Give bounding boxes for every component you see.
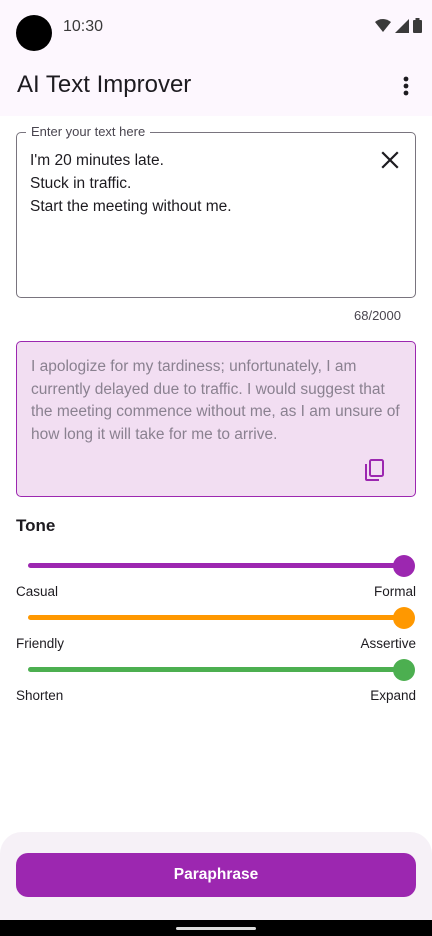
character-counter: 68/2000 [354,308,401,323]
status-icons [375,18,422,33]
clear-input-button[interactable] [379,149,401,171]
wifi-icon [375,18,391,32]
home-handle[interactable] [176,927,256,930]
status-bar: 10:30 [0,0,432,56]
slider-thumb[interactable] [393,555,415,577]
close-icon [381,151,399,169]
slider-min-label: Casual [16,584,59,599]
output-text: I apologize for my tardiness; unfortunat… [31,358,400,443]
slider-track[interactable] [28,563,404,568]
slider-thumb[interactable] [393,659,415,681]
paraphrase-button[interactable]: Paraphrase [16,853,416,897]
formality-slider[interactable]: Casual Formal [16,555,416,605]
system-nav-bar [0,920,432,936]
copy-icon [365,459,384,481]
tone-heading: Tone [16,516,56,535]
more-vert-icon [403,76,409,96]
app-bar: AI Text Improver [0,56,432,116]
camera-cutout [16,15,52,51]
slider-thumb[interactable] [393,607,415,629]
slider-max-label: Formal [373,584,416,599]
copy-button[interactable] [363,458,387,482]
input-text[interactable]: I'm 20 minutes late. Stuck in traffic. S… [30,149,370,218]
text-input-field[interactable]: Enter your text here I'm 20 minutes late… [16,124,416,298]
signal-icon [395,18,409,33]
battery-icon [413,18,422,33]
bottom-action-bar: Paraphrase [0,832,432,920]
input-label: Enter your text here [26,124,151,139]
slider-max-label: Expand [370,688,416,703]
slider-track[interactable] [28,615,404,620]
slider-min-label: Friendly [16,636,65,651]
more-options-button[interactable] [394,72,418,100]
slider-track[interactable] [28,667,404,672]
length-slider[interactable]: Shorten Expand [16,659,416,709]
slider-max-label: Assertive [360,636,416,651]
output-panel: I apologize for my tardiness; unfortunat… [16,341,416,497]
status-time: 10:30 [63,18,104,35]
slider-min-label: Shorten [16,688,64,703]
assertiveness-slider[interactable]: Friendly Assertive [16,607,416,657]
app-title: AI Text Improver [17,71,192,98]
